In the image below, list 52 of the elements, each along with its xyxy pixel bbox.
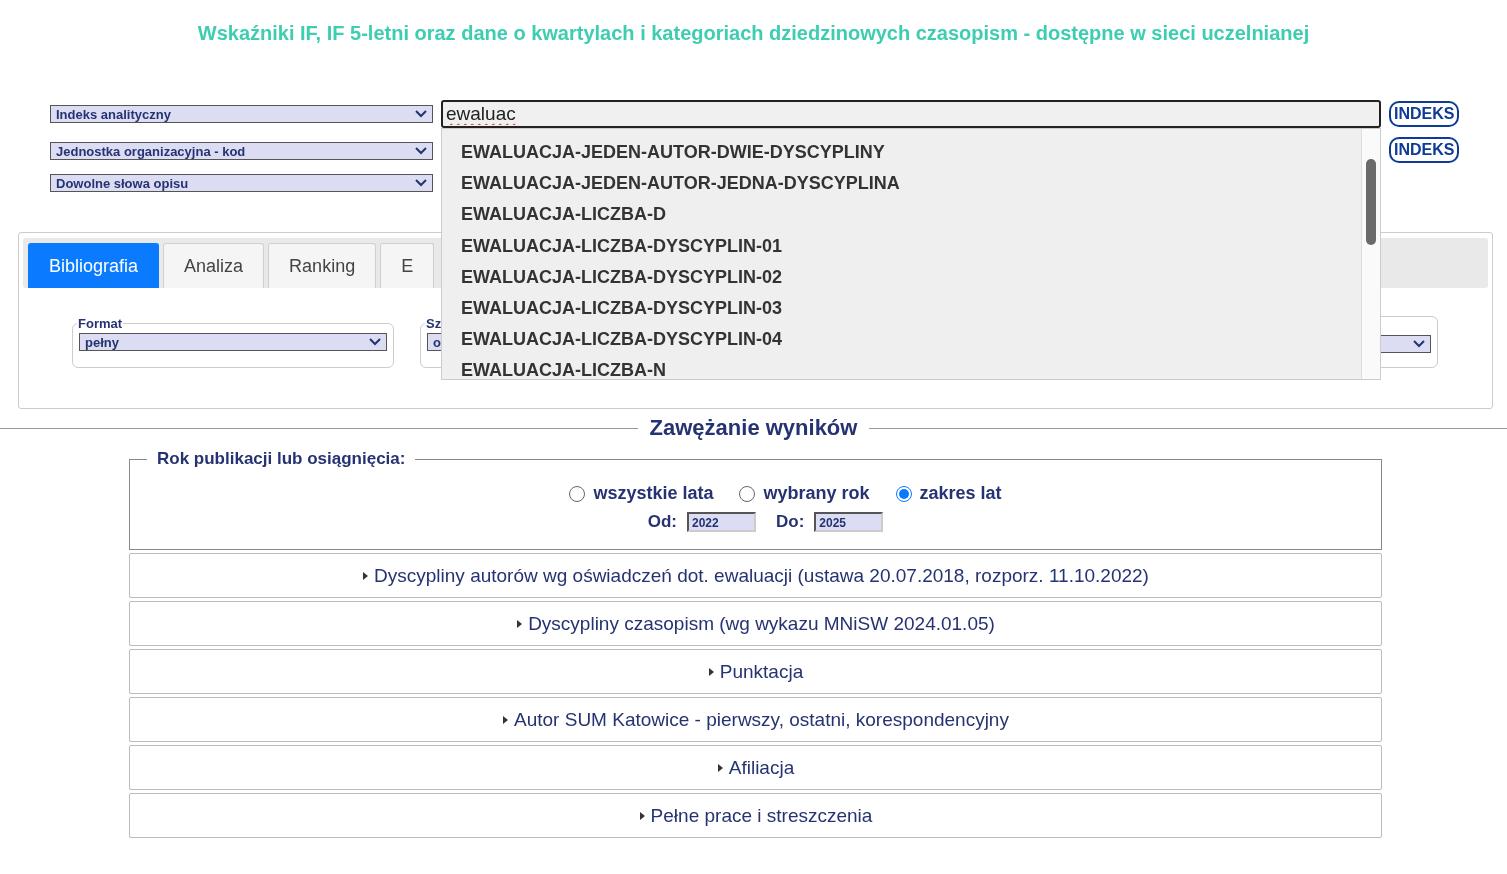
index-button[interactable]: INDEKS [1389, 101, 1460, 127]
page-title: Wskaźniki IF, IF 5-letni oraz dane o kwartylach i kategoriach dziedzinowych czasopism - dostępne w sieci uczelnianej [196, 21, 1311, 46]
radio-label: wszystkie lata [593, 483, 714, 504]
accordion-section[interactable]: Dyscypliny czasopism (wg wykazu MNiSW 2024.01.05) [129, 601, 1382, 646]
radio-label: wybrany rok [763, 483, 870, 504]
suggestion-item[interactable]: EWALUACJA-LICZBA-DYSCYPLIN-01 [442, 230, 1361, 262]
radio-button[interactable] [569, 485, 586, 502]
tab[interactable]: E [380, 243, 435, 288]
chevron-down-icon [1413, 340, 1425, 348]
tab[interactable]: Ranking [268, 243, 377, 288]
section-heading: Zawężanie wyników [649, 415, 858, 441]
tab[interactable]: Bibliografia [28, 243, 160, 288]
accordion-section[interactable]: Autor SUM Katowice - pierwszy, ostatni, korespondencyjny [129, 697, 1382, 742]
caret-icon [716, 762, 723, 773]
chevron-down-icon [415, 147, 427, 155]
caret-icon [707, 666, 714, 677]
radio-label: zakres lat [919, 483, 1002, 504]
year-to-field[interactable]: 2025 [814, 512, 884, 532]
tab[interactable]: Analiza [163, 243, 265, 288]
chevron-down-icon [415, 179, 427, 187]
accordion-section[interactable]: Punktacja [129, 649, 1382, 694]
caret-icon [516, 618, 523, 629]
year-legend: Rok publikacji lub osiągnięcia: [147, 449, 416, 469]
search-input[interactable]: ewaluac [441, 100, 1381, 128]
option-select[interactable]: pełny [79, 333, 387, 351]
accordion-section[interactable]: Dyscypliny autorów wg oświadczeń dot. ewaluacji (ustawa 20.07.2018, rozporz. 11.10.2022) [129, 553, 1382, 598]
field-select[interactable]: Dowolne słowa opisu [50, 174, 433, 192]
year-from-field[interactable]: 2022 [686, 512, 756, 532]
suggestion-item[interactable]: EWALUACJA-LICZBA-N [442, 355, 1361, 379]
radio-button[interactable] [895, 485, 912, 502]
suggestion-item[interactable]: EWALUACJA-LICZBA-DYSCYPLIN-02 [442, 261, 1361, 293]
accordion-section[interactable]: Afiliacja [129, 745, 1382, 790]
suggestion-item[interactable]: EWALUACJA-JEDEN-AUTOR-DWIE-DYSCYPLINY [442, 137, 1361, 169]
scrollbar[interactable] [1361, 129, 1380, 379]
chevron-down-icon [369, 338, 381, 346]
caret-icon [638, 810, 645, 821]
caret-icon [502, 714, 509, 725]
accordion-section[interactable]: Pełne prace i streszczenia [129, 793, 1382, 838]
suggestion-item[interactable]: EWALUACJA-LICZBA-DYSCYPLIN-03 [442, 292, 1361, 325]
radio-button[interactable] [739, 485, 756, 502]
index-button[interactable]: INDEKS [1389, 137, 1460, 163]
chevron-down-icon [415, 110, 427, 118]
from-label: Od: [647, 512, 677, 532]
suggestion-item[interactable]: EWALUACJA-LICZBA-DYSCYPLIN-04 [442, 324, 1361, 356]
to-label: Do: [775, 512, 805, 532]
option-legend: Sz [425, 316, 443, 331]
suggestion-item[interactable]: EWALUACJA-LICZBA-D [442, 199, 1361, 231]
suggestion-item[interactable]: EWALUACJA-JEDEN-AUTOR-JEDNA-DYSCYPLINA [442, 168, 1361, 200]
field-select[interactable]: Indeks analityczny [50, 105, 433, 123]
field-select[interactable]: Jednostka organizacyjna - kod [50, 142, 433, 160]
caret-icon [362, 570, 369, 581]
option-legend: Format [77, 316, 124, 331]
